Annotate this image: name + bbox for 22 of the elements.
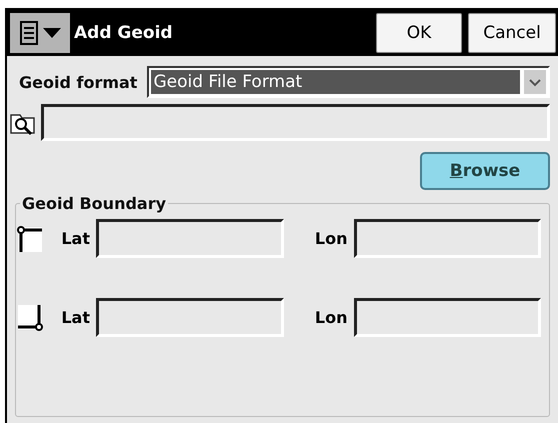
chevron-down-icon (524, 70, 546, 94)
corner-marker-icon (16, 302, 44, 332)
caret-icon (42, 27, 62, 39)
cancel-button[interactable]: Cancel (468, 13, 556, 53)
latitude-field[interactable] (96, 219, 284, 258)
file-path-field[interactable] (41, 104, 550, 141)
browse-button[interactable]: Browse (420, 152, 550, 190)
field-label: Lon (314, 308, 348, 327)
format-dropdown[interactable]: Geoid File Format (147, 66, 550, 98)
field-label: Lon (314, 229, 348, 248)
field-label: Lat (60, 229, 90, 248)
ok-button[interactable]: OK (376, 13, 462, 53)
corner-marker-icon (16, 224, 44, 254)
menu-button[interactable] (10, 13, 70, 53)
window-title: Add Geoid (74, 23, 174, 43)
group-title: Geoid Boundary (22, 194, 166, 213)
longitude-field[interactable] (354, 219, 541, 258)
menu-icon (18, 19, 40, 47)
latitude-field[interactable] (96, 298, 284, 337)
longitude-field[interactable] (354, 298, 541, 337)
field-label: Lat (60, 308, 90, 327)
field-label: Geoid format (19, 72, 138, 92)
